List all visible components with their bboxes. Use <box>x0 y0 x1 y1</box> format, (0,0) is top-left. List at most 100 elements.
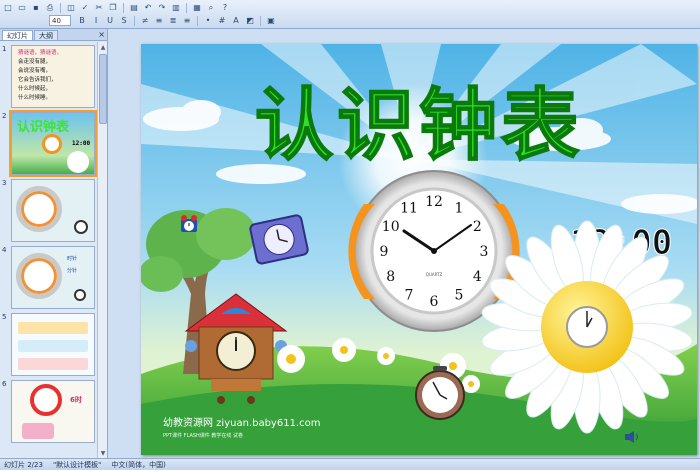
riddle-line: 会走没有腿， <box>18 59 52 65</box>
scroll-down-icon[interactable]: ▼ <box>98 448 108 458</box>
scene-image <box>18 340 88 352</box>
thumb-time: 12:00 <box>72 140 91 147</box>
riddle-line: 猜谜语，猜谜语， <box>18 50 63 56</box>
clock-icon <box>30 384 62 416</box>
bold-icon[interactable]: B <box>76 15 88 26</box>
language-indicator: 中文(简体，中国) <box>111 460 166 469</box>
save-icon[interactable]: ▪ <box>30 2 42 13</box>
align-left-icon[interactable]: ≡ <box>153 15 165 26</box>
cut-icon[interactable]: ✂ <box>93 2 105 13</box>
spell-check-icon[interactable]: ✓ <box>79 2 91 13</box>
slide-number: 4 <box>2 246 7 254</box>
clock-number: 11 <box>400 201 418 217</box>
zoom-icon[interactable]: ⌕ <box>205 2 217 13</box>
toolbar-separator <box>134 15 135 26</box>
hour-hand-label: 时针 <box>67 256 78 262</box>
strikethrough-icon[interactable]: ≠ <box>139 15 151 26</box>
align-center-icon[interactable]: ≣ <box>167 15 179 26</box>
insert-table-icon[interactable]: ▦ <box>191 2 203 13</box>
slide-editor: 认识钟表 12 1 2 3 4 5 6 7 8 9 10 11 QUARTZ 幼… <box>108 29 700 458</box>
clock-number: 3 <box>480 244 489 260</box>
tab-slides[interactable]: 幻灯片 <box>2 30 33 40</box>
clock-number: 8 <box>386 269 395 285</box>
slide-thumbnail-list: 1 猜谜语，猜谜语， 会走没有腿， 会说没有嘴， 它会告诉我们， 什么时候起， … <box>0 42 97 458</box>
open-icon[interactable]: ▭ <box>16 2 28 13</box>
slide-thumbnail-2[interactable]: 认识钟表 12:00 <box>9 110 97 177</box>
design-icon[interactable]: ◩ <box>244 15 256 26</box>
slide-thumbnail-1[interactable]: 猜谜语，猜谜语， 会走没有腿， 会说没有嘴， 它会告诉我们， 什么时候起， 什么… <box>11 45 95 108</box>
toolbar: □ ▭ ▪ ⎙ ◫ ✓ ✂ ❐ ▤ ↶ ↷ ▥ ▦ ⌕? B I U S ≠ ≡ ≣ ≡ • # A ◩ ▣ 40 <box>0 0 700 29</box>
clock-brand: QUARTZ <box>426 272 443 277</box>
toolbar-separator <box>197 15 198 26</box>
slide-number: 2 <box>2 112 7 120</box>
close-icon[interactable]: × <box>98 30 105 39</box>
status-bar: 幻灯片 2/23 "默认设计模板" 中文(简体，中国) <box>0 458 700 470</box>
print-preview-icon[interactable]: ◫ <box>65 2 77 13</box>
underline-icon[interactable]: U <box>104 15 116 26</box>
clock-number: 5 <box>455 287 464 303</box>
copy-icon[interactable]: ❐ <box>107 2 119 13</box>
riddle-line: 什么时候起， <box>18 86 52 92</box>
tab-outline[interactable]: 大纲 <box>34 30 58 40</box>
paste-icon[interactable]: ▤ <box>128 2 140 13</box>
pane-scrollbar[interactable]: ▲ ▼ <box>97 42 107 458</box>
clock-number: 4 <box>473 269 482 285</box>
align-right-icon[interactable]: ≡ <box>181 15 193 26</box>
riddle-line: 它会告诉我们， <box>18 77 57 83</box>
clock-icon <box>42 134 62 154</box>
slide-title[interactable]: 认识钟表 <box>254 79 583 172</box>
riddle-line: 什么时候睡。 <box>18 95 52 101</box>
scrollbar-thumb[interactable] <box>99 54 107 124</box>
slides-pane: 幻灯片 大纲 × 1 猜谜语，猜谜语， 会走没有腿， 会说没有嘴， 它会告诉我们… <box>0 29 108 458</box>
slide-thumbnail-4[interactable]: 时针 分针 <box>11 246 95 309</box>
toolbar-separator <box>260 15 261 26</box>
bullets-icon[interactable]: • <box>202 15 214 26</box>
slide-thumbnail-6[interactable]: 6时 <box>11 380 95 443</box>
slide-canvas: 认识钟表 12 12 3 45678 9 1011 QUARTZ 幼教资源网 ziyua… <box>141 44 697 455</box>
undo-icon[interactable]: ↶ <box>142 2 154 13</box>
numbering-icon[interactable]: # <box>216 15 228 26</box>
toolbar-separator <box>186 2 187 13</box>
clock-number: 12 <box>425 194 443 210</box>
daisy-icon <box>67 151 89 173</box>
italic-icon[interactable]: I <box>90 15 102 26</box>
toolbar-separator <box>60 2 61 13</box>
help-icon[interactable]: ? <box>219 2 231 13</box>
bed-image <box>22 423 54 439</box>
scene-image <box>18 322 88 334</box>
slide-count: 幻灯片 2/23 <box>4 460 43 469</box>
toolbar-row-formatting: B I U S ≠ ≡ ≣ ≡ • # A ◩ ▣ <box>74 14 277 27</box>
insert-chart-icon[interactable]: ▥ <box>170 2 182 13</box>
slide-number: 5 <box>2 313 7 321</box>
pane-tabs: 幻灯片 大纲 × <box>0 29 107 41</box>
slide-number: 3 <box>2 179 7 187</box>
time-caption: 6时 <box>70 396 82 404</box>
toolbar-separator <box>123 2 124 13</box>
clock-number: 10 <box>382 219 400 235</box>
new-slide-icon[interactable]: ▣ <box>265 15 277 26</box>
slide-number: 6 <box>2 380 7 388</box>
slide-thumbnail-5[interactable] <box>11 313 95 376</box>
clock-icon <box>16 253 62 299</box>
print-icon[interactable]: ⎙ <box>44 2 56 13</box>
riddle-line: 会说没有嘴， <box>18 68 52 74</box>
clock-number: 9 <box>380 244 389 260</box>
font-color-icon[interactable]: A <box>230 15 242 26</box>
scroll-up-icon[interactable]: ▲ <box>98 42 108 52</box>
shadow-icon[interactable]: S <box>118 15 130 26</box>
clock-number: 1 <box>455 201 464 217</box>
redo-icon[interactable]: ↷ <box>156 2 168 13</box>
clock-number: 6 <box>430 294 439 310</box>
clock-icon <box>16 186 62 232</box>
new-icon[interactable]: □ <box>2 2 14 13</box>
slide-thumbnail-3[interactable] <box>11 179 95 242</box>
font-size-box[interactable]: 40 <box>49 15 71 26</box>
clock-number: 7 <box>405 287 414 303</box>
clock-number: 2 <box>473 219 482 235</box>
alarm-clock-icon <box>74 220 88 234</box>
design-template: "默认设计模板" <box>52 460 102 469</box>
scene-image <box>18 358 88 370</box>
alarm-clock-icon <box>74 289 86 301</box>
watermark: 幼教资源网 ziyuan.baby611.com <box>163 416 320 429</box>
current-slide[interactable]: 认识钟表 12 1 2 3 4 5 6 7 8 9 10 11 QUARTZ 幼… <box>141 44 697 455</box>
